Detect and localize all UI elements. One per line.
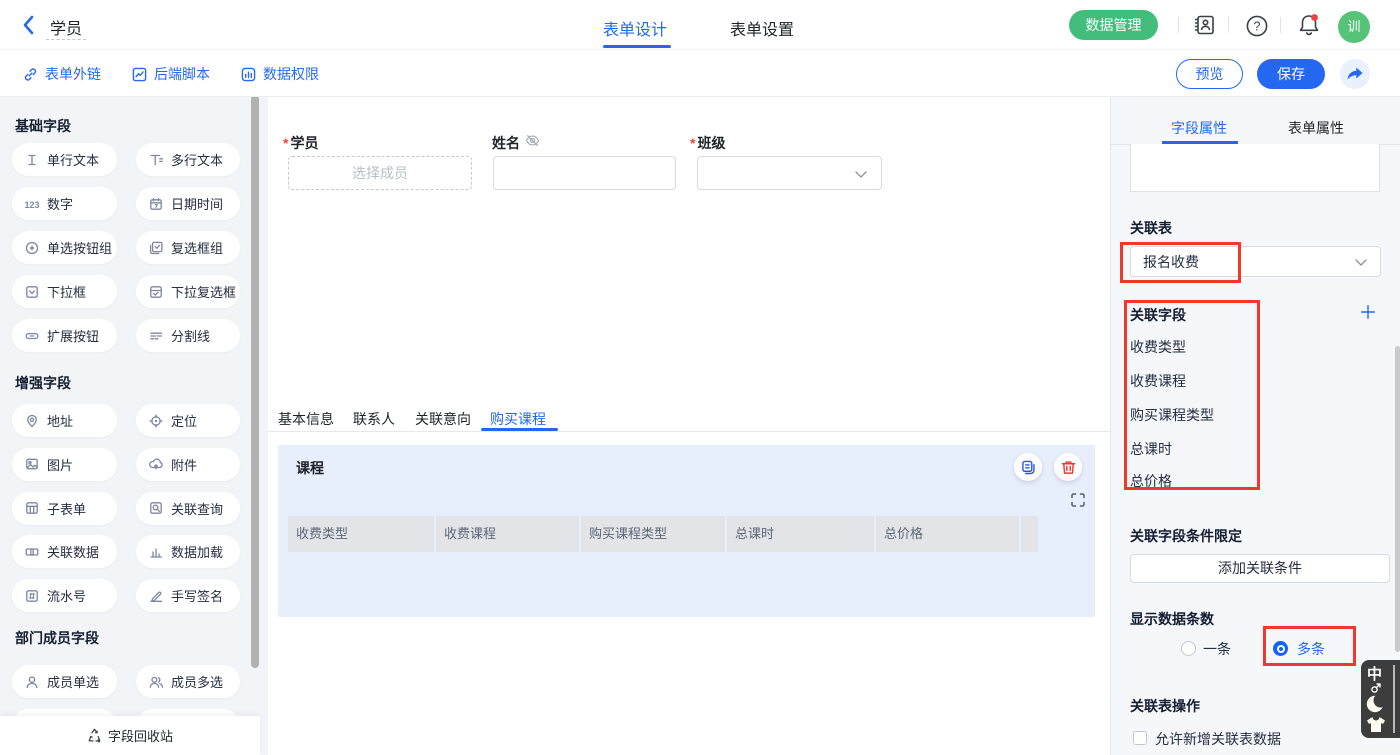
svg-text:?: ? — [1254, 20, 1261, 34]
svg-text:123: 123 — [25, 200, 39, 210]
